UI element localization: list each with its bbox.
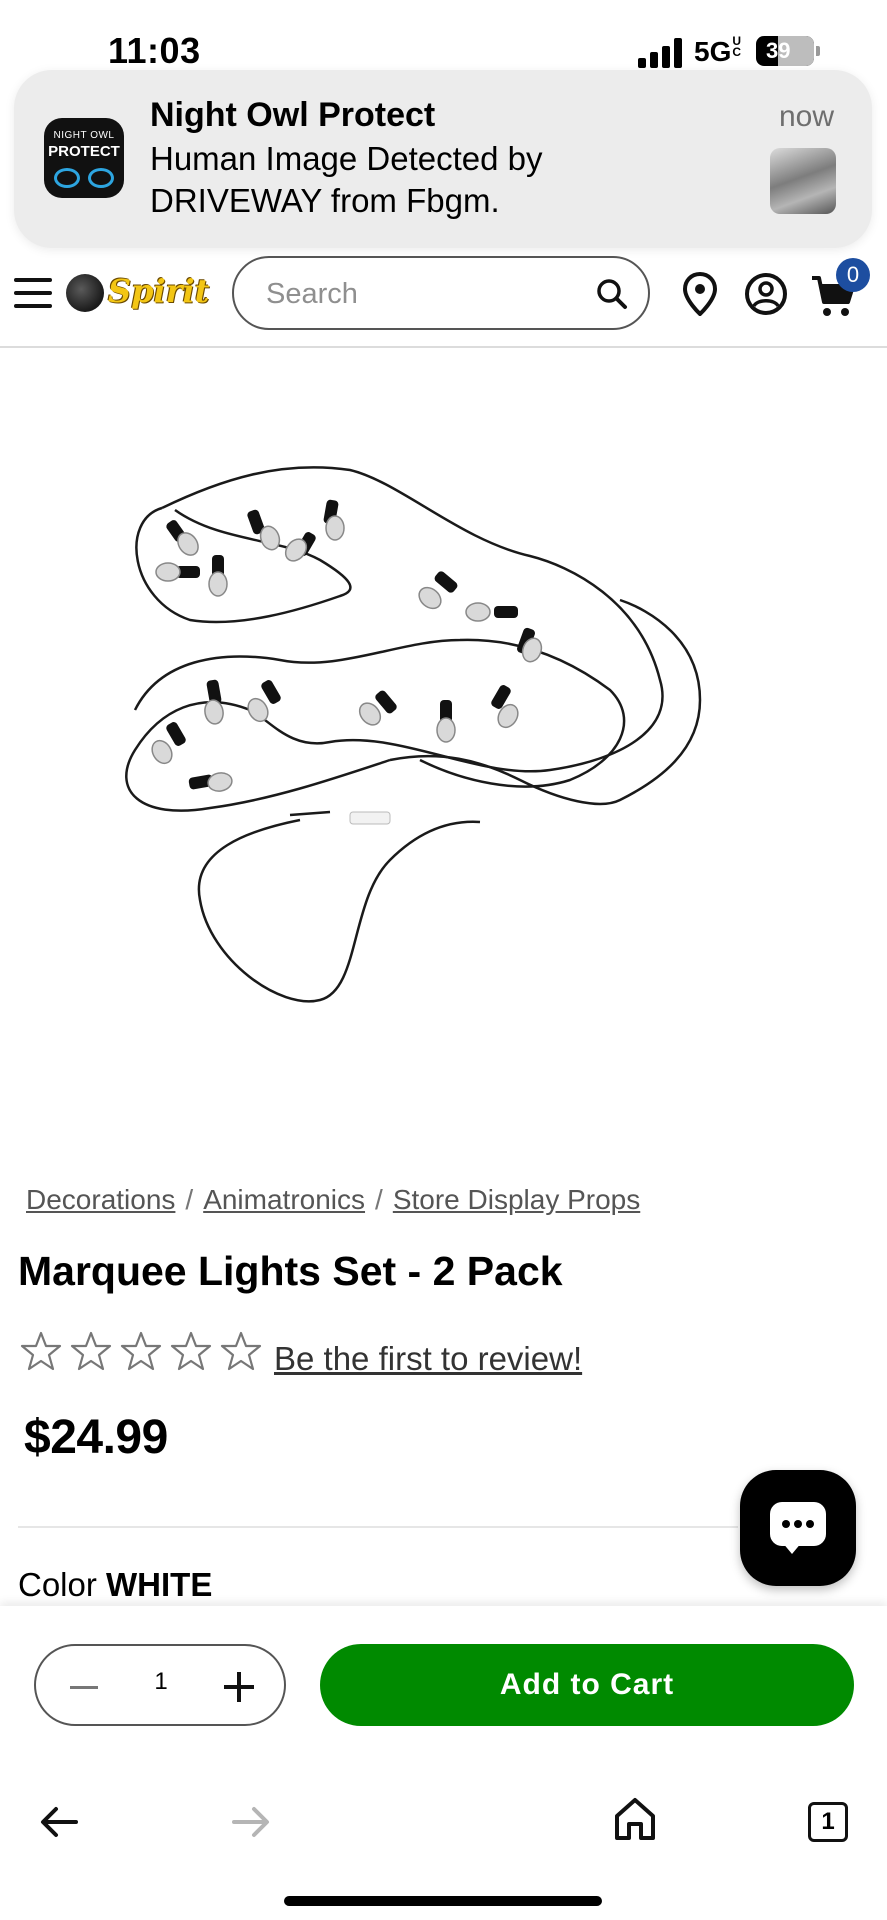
menu-icon[interactable] [14, 278, 52, 308]
chat-button[interactable] [740, 1470, 856, 1586]
notification-time: now [778, 100, 834, 133]
quantity-stepper: 1 [34, 1644, 286, 1726]
battery-icon: 39 [756, 36, 820, 66]
browser-toolbar: 1 [0, 1756, 887, 1920]
increase-quantity-button[interactable] [214, 1662, 264, 1712]
home-icon[interactable] [612, 1796, 658, 1842]
search-icon[interactable] [596, 278, 628, 310]
purchase-bar: 1 Add to Cart [0, 1606, 887, 1756]
breadcrumb-link-animatronics[interactable]: Animatronics [203, 1184, 365, 1215]
network-label: 5GUC [694, 34, 742, 67]
search-input[interactable] [266, 274, 566, 314]
color-label: Color [18, 1566, 97, 1603]
star-outline-icon [20, 1331, 62, 1371]
spirit-logo[interactable]: Spirit [66, 270, 212, 316]
notification-body: Human Image Detected by DRIVEWAY from Fb… [150, 140, 543, 219]
add-to-cart-button[interactable]: Add to Cart [320, 1644, 854, 1726]
color-selection: Color WHITE [18, 1566, 212, 1604]
star-outline-icon [120, 1331, 162, 1371]
site-header: Spirit 0 [0, 250, 887, 348]
rating-row: Be the first to review! [20, 1330, 582, 1378]
logo-text: Spirit [108, 272, 210, 310]
battery-level: 39 [766, 38, 791, 63]
status-time: 11:03 [108, 30, 201, 71]
breadcrumb: Decorations / Animatronics / Store Display P… [26, 1184, 640, 1216]
forward-arrow-icon[interactable] [230, 1802, 272, 1842]
star-outline-icon [70, 1331, 112, 1371]
decrease-quantity-button[interactable] [58, 1662, 108, 1712]
star-outline-icon [220, 1331, 262, 1371]
breadcrumb-link-store-display-props[interactable]: Store Display Props [393, 1184, 640, 1215]
signal-icon [638, 36, 686, 68]
status-bar: 11:03 5GUC 39 [0, 0, 887, 71]
notification-banner[interactable]: NIGHT OWL PROTECT Night Owl Protect now … [14, 70, 872, 248]
notification-title: Night Owl Protect [150, 96, 436, 134]
breadcrumb-link-decorations[interactable]: Decorations [26, 1184, 175, 1215]
breadcrumb-separator: / [375, 1184, 383, 1215]
product-price: $24.99 [24, 1411, 168, 1464]
night-owl-app-icon: NIGHT OWL PROTECT [44, 118, 124, 198]
quantity-value[interactable]: 1 [128, 1668, 194, 1696]
search-bar [232, 256, 650, 330]
product-title: Marquee Lights Set - 2 Pack [18, 1248, 563, 1294]
color-value: WHITE [106, 1566, 213, 1603]
notification-thumbnail [770, 148, 836, 214]
write-review-link[interactable]: Be the first to review! [274, 1340, 582, 1378]
home-indicator [284, 1896, 602, 1906]
account-icon[interactable] [744, 272, 788, 316]
location-pin-icon[interactable] [682, 272, 718, 316]
breadcrumb-separator: / [185, 1184, 194, 1215]
skull-logo-icon [66, 274, 104, 312]
cart-count-badge: 0 [836, 258, 870, 292]
product-image[interactable] [100, 460, 780, 1030]
chat-icon [770, 1502, 826, 1546]
tabs-button[interactable]: 1 [808, 1802, 848, 1842]
back-arrow-icon[interactable] [38, 1802, 80, 1842]
star-outline-icon [170, 1331, 212, 1371]
divider [18, 1526, 738, 1528]
